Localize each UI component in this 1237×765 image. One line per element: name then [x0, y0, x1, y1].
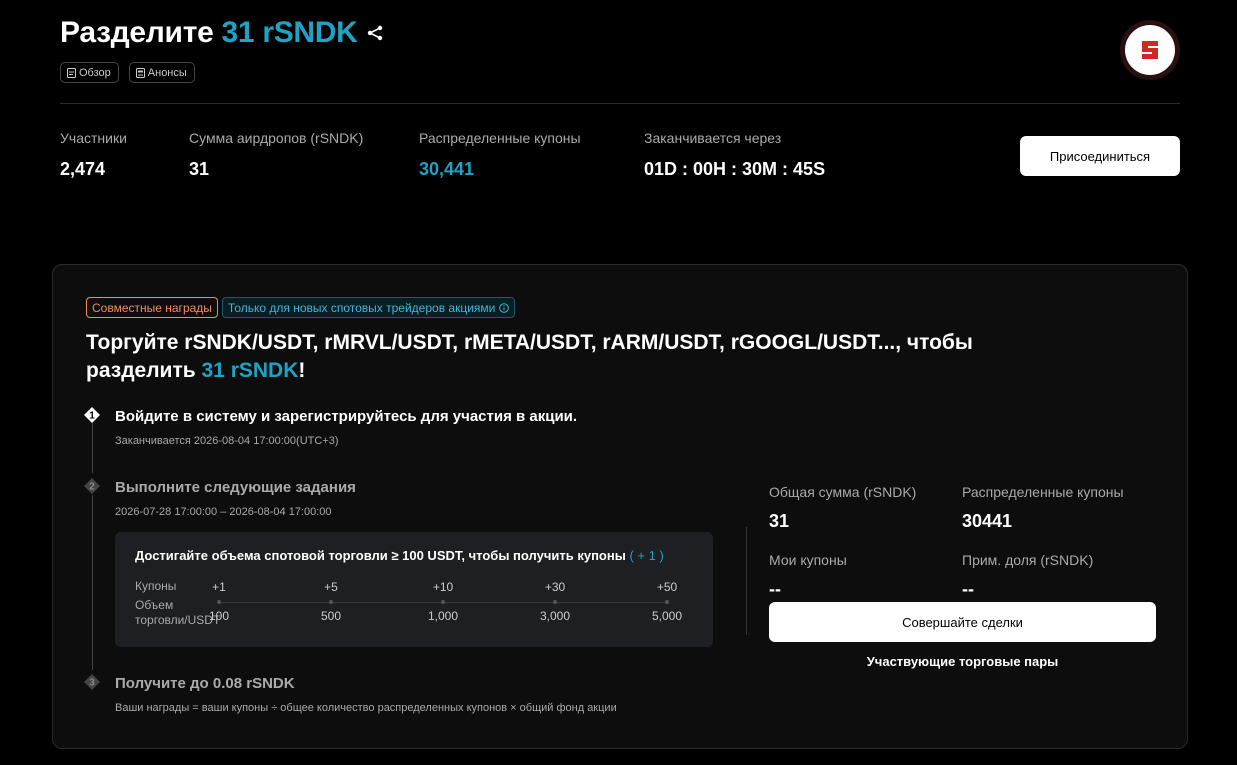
tier-coupon: +10	[432, 580, 454, 594]
share-icon[interactable]	[366, 24, 384, 42]
tier-coupon: +1	[212, 580, 226, 594]
document-icon	[67, 67, 76, 78]
tier-dot	[441, 600, 445, 604]
page-header: Разделите 31 rSNDK Обзор Анонсы	[60, 14, 1180, 83]
participating-pairs-link[interactable]: Участвующие торговые пары	[769, 654, 1156, 669]
step-3-subtitle: Ваши награды = ваши купоны ÷ общее колич…	[115, 702, 617, 714]
coupons-label: Купоны	[135, 579, 177, 593]
summary-distributed: Распределенные купоны 30441	[962, 484, 1124, 531]
tier-dot	[665, 600, 669, 604]
step-2-subtitle: 2026-07-28 17:00:00 – 2026-08-04 17:00:0…	[115, 506, 332, 518]
timeline-line	[92, 495, 93, 670]
info-icon[interactable]	[499, 302, 510, 313]
tier-volume: 1,000	[427, 609, 459, 623]
step-2-title: Выполните следующие задания	[115, 479, 356, 496]
summary-estimated-share: Прим. доля (rSNDK) --	[962, 552, 1094, 599]
stat-airdrop-total: Сумма аирдропов (rSNDK) 31	[189, 130, 364, 179]
badge-joint-rewards: Совместные награды	[86, 297, 218, 318]
tier-coupon: +5	[324, 580, 338, 594]
step-3-icon: 3	[84, 674, 100, 690]
sandisk-logo-icon	[1142, 41, 1158, 59]
step-1-title: Войдите в систему и зарегистрируйтесь дл…	[115, 408, 578, 425]
summary-my-coupons: Мои купоны --	[769, 552, 847, 599]
task-card: Достигайте объема спотовой торговли ≥ 10…	[115, 532, 713, 647]
tier-volume: 3,000	[539, 609, 571, 623]
card-title: Торгуйте rSNDK/USDT, rMRVL/USDT, rMETA/U…	[86, 331, 973, 382]
announcement-icon	[135, 67, 145, 78]
tier-dot	[553, 600, 557, 604]
join-button[interactable]: Присоединиться	[1020, 136, 1180, 176]
header-divider	[60, 103, 1180, 104]
svg-text:1: 1	[89, 411, 95, 422]
summary-total: Общая сумма (rSNDK) 31	[769, 484, 917, 531]
tier-volume: 500	[320, 609, 342, 623]
trade-button[interactable]: Совершайте сделки	[769, 602, 1156, 642]
tier-coupon: +50	[656, 580, 678, 594]
timeline-line	[92, 423, 93, 473]
page-title: Разделите 31 rSNDK	[60, 16, 358, 49]
badge-new-traders: Только для новых спотовых трейдеров акци…	[221, 297, 516, 318]
tag-overview[interactable]: Обзор	[60, 62, 119, 83]
stat-distributed-coupons: Распределенные купоны 30,441	[419, 130, 581, 179]
step-2-icon: 2	[84, 478, 100, 494]
step-3-title: Получите до 0.08 rSNDK	[115, 675, 295, 692]
tier-coupon: +30	[544, 580, 566, 594]
tier-volume: 5,000	[651, 609, 683, 623]
svg-text:3: 3	[89, 678, 95, 689]
task-title: Достигайте объема спотовой торговли ≥ 10…	[135, 548, 664, 563]
svg-text:2: 2	[89, 482, 95, 493]
stat-ends-in: Заканчивается через 01D : 00H : 30M : 45…	[644, 130, 826, 179]
token-logo	[1120, 20, 1180, 80]
tier-volume: 100	[208, 609, 230, 623]
step-1-subtitle: Заканчивается 2026-08-04 17:00:00(UTC+3)	[115, 435, 339, 447]
stat-participants: Участники 2,474	[60, 130, 127, 179]
summary-divider	[746, 527, 747, 635]
tier-dot	[217, 600, 221, 604]
tier-dot	[329, 600, 333, 604]
tag-announcements[interactable]: Анонсы	[128, 62, 195, 83]
promo-card: Совместные награды Только для новых спот…	[52, 264, 1188, 749]
step-1-icon: 1	[84, 407, 100, 423]
